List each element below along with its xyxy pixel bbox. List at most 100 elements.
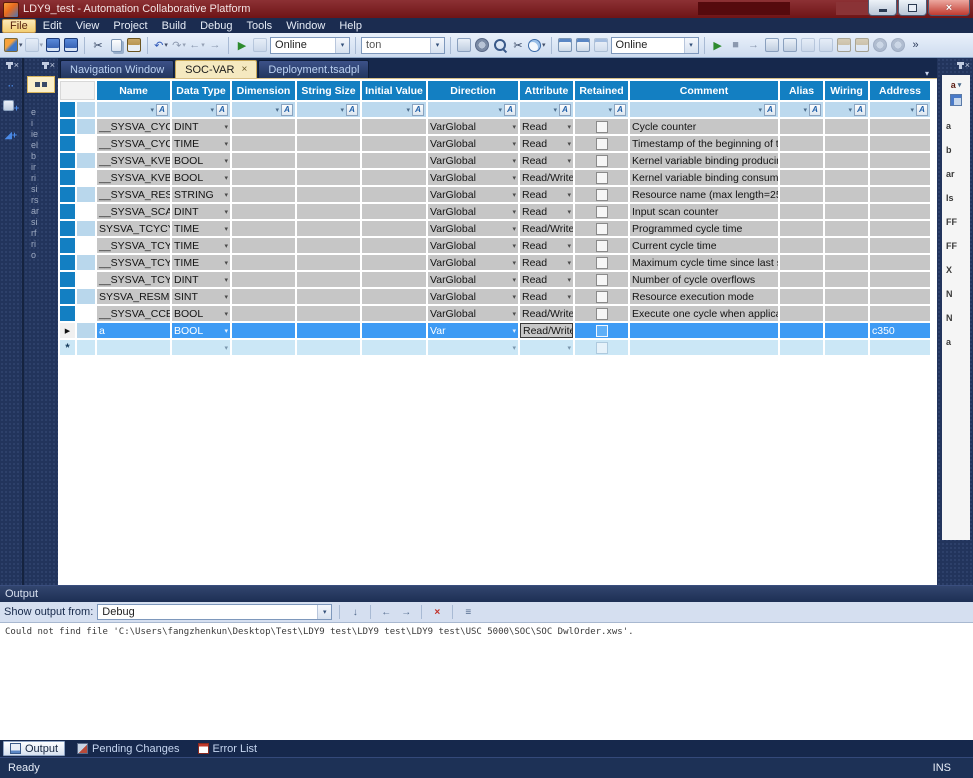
retained-checkbox[interactable] xyxy=(596,121,608,133)
cell-dimension[interactable] xyxy=(232,204,295,219)
save-all-button[interactable] xyxy=(63,37,79,54)
tab-navigation-window[interactable]: Navigation Window xyxy=(60,60,174,78)
cell-attribute[interactable]: Read▾ xyxy=(520,289,573,304)
filter-cell[interactable]: ▾A xyxy=(870,102,930,117)
column-header-name[interactable]: Name xyxy=(97,81,170,100)
cell-name[interactable]: __SYSVA_TCYCUR xyxy=(97,238,170,253)
pin-icon[interactable] xyxy=(8,62,11,69)
row-indicator-2[interactable] xyxy=(77,272,95,287)
cell-name[interactable]: __SYSVA_CCEXEC xyxy=(97,306,170,321)
cell-dimension[interactable] xyxy=(232,119,295,134)
row-indicator-2[interactable] xyxy=(77,170,95,185)
start-debug-button[interactable]: ▶ xyxy=(234,37,250,54)
cell-data-type[interactable]: TIME▾ xyxy=(172,136,230,151)
cell-name[interactable]: __SYSVA_KVBCER xyxy=(97,170,170,185)
close-icon[interactable]: × xyxy=(241,65,247,75)
filter-cell[interactable]: ▾A xyxy=(172,102,230,117)
cell-attribute[interactable]: Read▾ xyxy=(520,272,573,287)
minimize-button[interactable] xyxy=(868,0,897,16)
collapse-all-icon[interactable]: ·· xyxy=(8,83,14,89)
cell-alias[interactable] xyxy=(780,255,823,270)
menu-build[interactable]: Build xyxy=(155,19,193,33)
restore-button[interactable] xyxy=(898,0,927,16)
options-button[interactable]: ✂ xyxy=(510,37,526,54)
cell-data-type[interactable]: TIME▾ xyxy=(172,221,230,236)
breakpoint-button[interactable] xyxy=(800,37,816,54)
cell-direction[interactable]: VarGlobal▾ xyxy=(428,306,518,321)
filter-cell[interactable]: ▾A xyxy=(520,102,573,117)
cell-direction[interactable]: VarGlobal▾ xyxy=(428,272,518,287)
cell-alias[interactable] xyxy=(780,323,823,338)
watch-button[interactable] xyxy=(818,37,834,54)
close-icon[interactable]: × xyxy=(50,61,55,70)
cell-attribute[interactable]: Read▾ xyxy=(520,255,573,270)
cell-address[interactable] xyxy=(870,204,930,219)
retained-checkbox[interactable] xyxy=(596,308,608,320)
cell-initial-value[interactable] xyxy=(362,187,426,202)
retained-checkbox[interactable] xyxy=(596,342,608,354)
cell-string-size[interactable] xyxy=(297,289,360,304)
cell-dimension[interactable] xyxy=(232,136,295,151)
cell-string-size[interactable] xyxy=(297,306,360,321)
cell-alias[interactable] xyxy=(780,238,823,253)
cell-string-size[interactable] xyxy=(297,187,360,202)
categorize-button[interactable] xyxy=(944,93,968,107)
cell-address[interactable] xyxy=(870,119,930,134)
cell-dimension[interactable] xyxy=(232,153,295,168)
filter-cell[interactable]: ▾A xyxy=(97,102,170,117)
filter-cell[interactable]: ▾A xyxy=(575,102,628,117)
cell-initial-value[interactable] xyxy=(362,153,426,168)
cell-direction[interactable]: Var▾ xyxy=(428,323,518,338)
cell-wiring[interactable] xyxy=(825,323,868,338)
cell-string-size[interactable] xyxy=(297,119,360,134)
cell-comment[interactable]: Programmed cycle time xyxy=(630,221,778,236)
cell-alias[interactable] xyxy=(780,272,823,287)
cell-retained[interactable] xyxy=(575,187,628,202)
cell-dimension[interactable] xyxy=(232,289,295,304)
step-button[interactable]: → xyxy=(746,37,762,54)
cell-alias[interactable] xyxy=(780,136,823,151)
column-header-address[interactable]: Address xyxy=(870,81,930,100)
cell-wiring[interactable] xyxy=(825,136,868,151)
pin-icon[interactable] xyxy=(959,62,962,69)
cell-initial-value[interactable] xyxy=(362,119,426,134)
column-header-dimension[interactable]: Dimension xyxy=(232,81,295,100)
cell-initial-value[interactable] xyxy=(362,272,426,287)
new-project-button[interactable]: ▾ xyxy=(4,37,23,54)
cell-name[interactable]: __SYSVA_TCYMA xyxy=(97,255,170,270)
word-wrap-button[interactable]: ≡ xyxy=(460,605,476,620)
retained-checkbox[interactable] xyxy=(596,223,608,235)
sync-button[interactable] xyxy=(890,37,906,54)
row-indicator[interactable] xyxy=(60,153,75,168)
cell-address[interactable] xyxy=(870,153,930,168)
cell-address[interactable] xyxy=(870,306,930,321)
cell-direction[interactable]: VarGlobal▾ xyxy=(428,187,518,202)
row-indicator-2[interactable] xyxy=(77,187,95,202)
online-combo[interactable]: Online▾ xyxy=(611,37,699,54)
cell-retained[interactable] xyxy=(575,170,628,185)
cell-data-type[interactable]: DINT▾ xyxy=(172,119,230,134)
row-indicator-2[interactable] xyxy=(77,323,95,338)
cell-data-type[interactable]: BOOL▾ xyxy=(172,153,230,168)
cell-alias[interactable] xyxy=(780,289,823,304)
cell-wiring[interactable] xyxy=(825,204,868,219)
menu-help[interactable]: Help xyxy=(332,19,369,33)
cell-address[interactable]: c350 xyxy=(870,323,930,338)
cell-initial-value[interactable] xyxy=(362,221,426,236)
cell-attribute[interactable]: Read▾ xyxy=(520,153,573,168)
filter-cell[interactable]: ▾A xyxy=(630,102,778,117)
grid-edit-button[interactable] xyxy=(575,37,591,54)
cell-name[interactable]: SYSVA_RESMO xyxy=(97,289,170,304)
cell-retained[interactable] xyxy=(575,204,628,219)
cell-direction[interactable]: VarGlobal▾ xyxy=(428,255,518,270)
cell-address[interactable] xyxy=(870,255,930,270)
cell-data-type[interactable]: SINT▾ xyxy=(172,289,230,304)
build-button[interactable] xyxy=(252,37,268,54)
cell-attribute[interactable]: Read/Write▾ xyxy=(520,306,573,321)
pin-icon[interactable] xyxy=(44,62,47,69)
retained-checkbox[interactable] xyxy=(596,172,608,184)
cell-retained[interactable] xyxy=(575,323,628,338)
cell-string-size[interactable] xyxy=(297,272,360,287)
cell-data-type[interactable]: BOOL▾ xyxy=(172,170,230,185)
cell-attribute[interactable]: Read▾ xyxy=(520,119,573,134)
